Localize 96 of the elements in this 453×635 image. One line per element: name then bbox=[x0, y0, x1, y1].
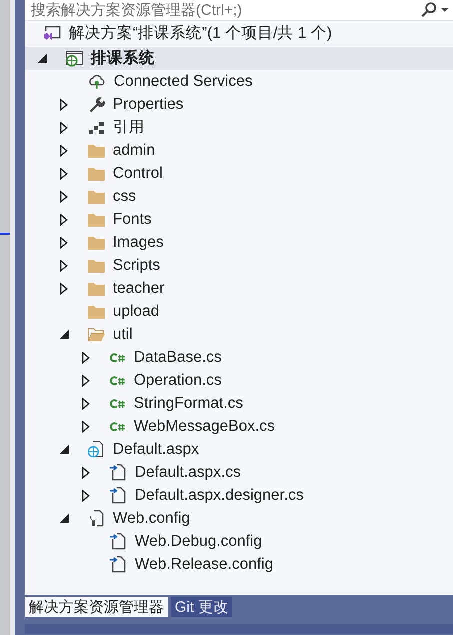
item-label: Connected Services bbox=[114, 72, 253, 90]
expand-arrow-icon[interactable] bbox=[82, 374, 90, 386]
tree-item[interactable]: Fonts bbox=[25, 208, 453, 231]
item-label: util bbox=[113, 326, 133, 344]
item-label: Control bbox=[113, 164, 163, 182]
expand-arrow-icon[interactable] bbox=[60, 122, 68, 134]
expand-arrow-icon[interactable] bbox=[60, 190, 68, 202]
wrench-icon bbox=[88, 96, 105, 113]
tree-item[interactable]: Default.aspx.cs bbox=[25, 461, 453, 484]
tree-item[interactable]: Connected Services bbox=[25, 70, 453, 93]
tree-item[interactable]: Control bbox=[25, 162, 453, 185]
solution-icon bbox=[43, 26, 61, 42]
file-arrow-icon bbox=[110, 487, 127, 504]
item-label: WebMessageBox.cs bbox=[134, 418, 275, 436]
collapse-arrow-icon[interactable] bbox=[60, 514, 69, 523]
web-page-icon bbox=[88, 441, 105, 458]
tree-item[interactable]: Web.config bbox=[25, 507, 453, 530]
expand-arrow-icon[interactable] bbox=[60, 260, 68, 272]
item-label: Operation.cs bbox=[134, 372, 222, 390]
folder-icon bbox=[88, 190, 105, 204]
tree-item[interactable]: Properties bbox=[25, 93, 453, 116]
folder-icon bbox=[88, 236, 105, 250]
cloud-plug-icon bbox=[88, 74, 106, 90]
search-field[interactable]: 搜索解决方案资源管理器(Ctrl+;) bbox=[25, 0, 453, 21]
tree-item[interactable]: admin bbox=[25, 139, 453, 162]
item-label: Web.config bbox=[113, 510, 190, 528]
item-label: Default.aspx.designer.cs bbox=[135, 486, 304, 504]
expand-arrow-icon[interactable] bbox=[60, 214, 68, 226]
item-label: 引用 bbox=[113, 118, 145, 138]
item-label: 排课系统 bbox=[91, 48, 155, 69]
folder-icon bbox=[88, 282, 105, 296]
csharp-file-icon bbox=[110, 374, 126, 386]
item-label: StringFormat.cs bbox=[134, 394, 244, 412]
folder-icon bbox=[88, 304, 105, 318]
folder-icon bbox=[88, 258, 105, 272]
csharp-file-icon bbox=[110, 420, 126, 432]
item-label: Scripts bbox=[113, 256, 160, 274]
dropdown-caret-icon[interactable] bbox=[441, 7, 449, 13]
tree-item[interactable]: css bbox=[25, 185, 453, 208]
item-label: teacher bbox=[113, 280, 165, 298]
tree-item[interactable]: WebMessageBox.cs bbox=[25, 415, 453, 438]
item-label: css bbox=[113, 188, 136, 206]
tree-item[interactable]: upload bbox=[25, 300, 453, 323]
tree-item[interactable]: DataBase.cs bbox=[25, 346, 453, 369]
expand-arrow-icon[interactable] bbox=[82, 398, 90, 410]
expand-arrow-icon[interactable] bbox=[82, 490, 90, 502]
item-label: DataBase.cs bbox=[134, 348, 222, 366]
item-label: Default.aspx.cs bbox=[135, 464, 241, 482]
solution-label: 解决方案“排课系统”(1 个项目/共 1 个) bbox=[69, 24, 332, 44]
file-arrow-icon bbox=[110, 556, 127, 573]
collapse-arrow-icon[interactable] bbox=[38, 54, 47, 63]
tree-item[interactable]: util bbox=[25, 323, 453, 346]
tree-item[interactable]: teacher bbox=[25, 277, 453, 300]
expand-arrow-icon[interactable] bbox=[82, 466, 90, 478]
tree-item[interactable]: StringFormat.cs bbox=[25, 392, 453, 415]
item-label: Web.Release.config bbox=[135, 556, 274, 574]
tree-item[interactable]: Web.Release.config bbox=[25, 553, 453, 576]
item-label: upload bbox=[113, 302, 160, 320]
tree-item[interactable]: 排课系统 bbox=[25, 47, 453, 70]
expand-arrow-icon[interactable] bbox=[82, 352, 90, 364]
file-arrow-icon bbox=[110, 533, 127, 550]
expand-arrow-icon[interactable] bbox=[60, 282, 68, 294]
tree-item[interactable]: 引用 bbox=[25, 116, 453, 139]
folder-icon bbox=[88, 166, 105, 180]
expand-arrow-icon[interactable] bbox=[60, 98, 68, 110]
csharp-file-icon bbox=[110, 352, 126, 364]
expand-arrow-icon[interactable] bbox=[60, 236, 68, 248]
panel-tab[interactable]: 解决方案资源管理器 bbox=[25, 597, 168, 617]
expand-arrow-icon[interactable] bbox=[60, 168, 68, 180]
solution-item[interactable]: 解决方案“排课系统”(1 个项目/共 1 个) bbox=[25, 21, 453, 46]
search-icon[interactable] bbox=[421, 2, 437, 18]
tree-item[interactable]: Images bbox=[25, 231, 453, 254]
item-label: admin bbox=[113, 142, 156, 160]
panel-tab[interactable]: Git 更改 bbox=[171, 597, 232, 617]
item-label: Properties bbox=[113, 96, 184, 114]
folder-icon bbox=[88, 212, 105, 226]
csharp-file-icon bbox=[110, 398, 126, 410]
web-project-icon bbox=[66, 50, 83, 66]
config-file-icon bbox=[88, 510, 105, 527]
tree-item[interactable]: Default.aspx bbox=[25, 438, 453, 461]
open-folder-icon bbox=[88, 328, 105, 342]
item-label: Web.Debug.config bbox=[135, 532, 262, 550]
item-label: Default.aspx bbox=[113, 440, 200, 458]
file-arrow-icon bbox=[110, 464, 127, 481]
expand-arrow-icon[interactable] bbox=[82, 420, 90, 432]
collapse-arrow-icon[interactable] bbox=[60, 445, 69, 454]
folder-icon bbox=[88, 144, 105, 158]
tree-item[interactable]: Scripts bbox=[25, 254, 453, 277]
tree-item[interactable]: Operation.cs bbox=[25, 369, 453, 392]
expand-arrow-icon[interactable] bbox=[60, 144, 68, 156]
references-icon bbox=[88, 120, 105, 134]
tree-item[interactable]: Web.Debug.config bbox=[25, 530, 453, 553]
collapse-arrow-icon[interactable] bbox=[60, 330, 69, 339]
item-label: Images bbox=[113, 234, 164, 252]
item-label: Fonts bbox=[113, 210, 152, 228]
tree-item[interactable]: Default.aspx.designer.cs bbox=[25, 484, 453, 507]
